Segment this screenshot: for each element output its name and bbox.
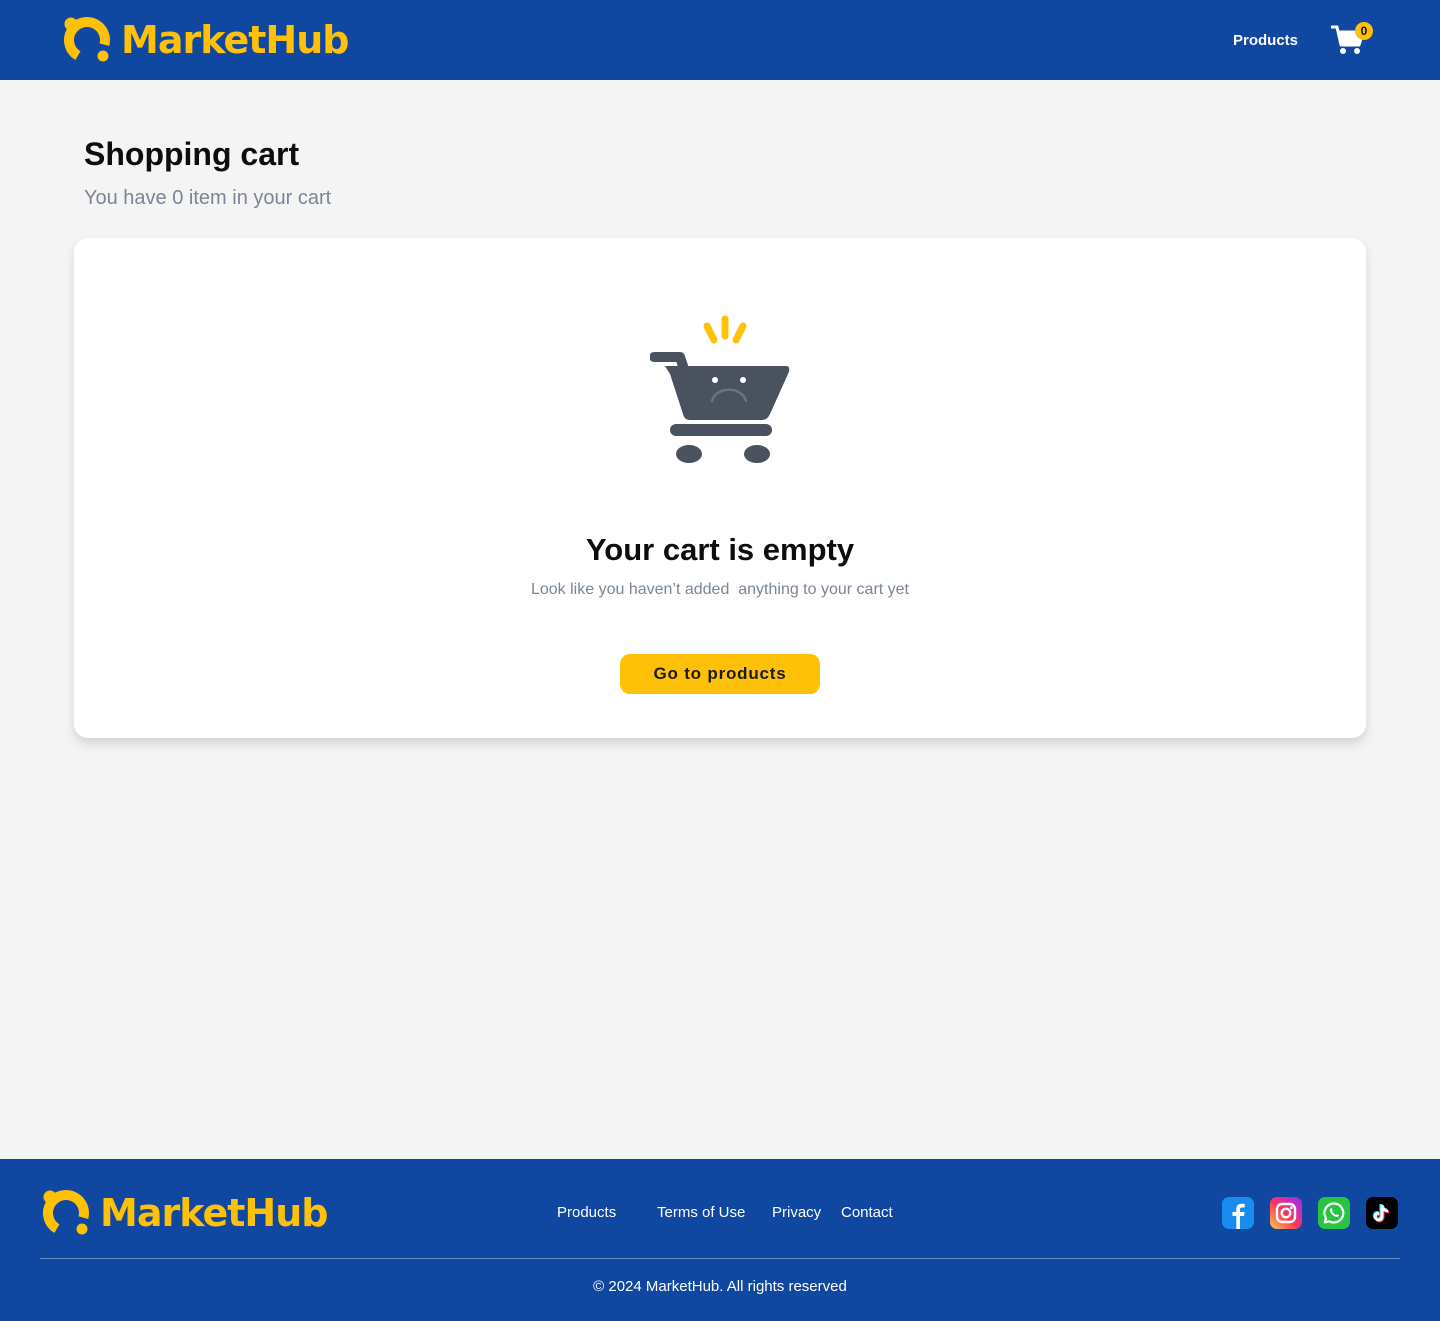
site-footer: MarketHub Products Terms of Use Privacy … xyxy=(0,1159,1440,1321)
footer-link-products[interactable]: Products xyxy=(557,1204,616,1221)
site-header: MarketHub Products 0 xyxy=(0,0,1440,80)
footer-link-contact[interactable]: Contact xyxy=(841,1204,893,1221)
footer-link-privacy[interactable]: Privacy xyxy=(772,1204,821,1221)
instagram-icon[interactable] xyxy=(1270,1197,1302,1229)
cart-button[interactable]: 0 xyxy=(1331,22,1373,58)
whatsapp-icon[interactable] xyxy=(1318,1197,1350,1229)
go-to-products-button[interactable]: Go to products xyxy=(620,654,820,694)
brand-name: MarketHub xyxy=(121,18,349,62)
footer-link-terms[interactable]: Terms of Use xyxy=(657,1204,745,1221)
cart-item-count-text: You have 0 item in your cart xyxy=(84,187,332,209)
tiktok-icon[interactable] xyxy=(1366,1197,1398,1229)
copyright-text: © 2024 MarketHub. All rights reserved xyxy=(593,1278,847,1295)
empty-cart-title: Your cart is empty xyxy=(585,532,855,567)
logo-mark-icon xyxy=(64,17,110,63)
empty-cart-description: Look like you haven’t added anything to … xyxy=(530,581,909,598)
brand-logo[interactable]: MarketHub xyxy=(61,14,349,66)
cart-count-badge: 0 xyxy=(1355,22,1373,40)
social-links xyxy=(1222,1197,1398,1229)
page-title: Shopping cart xyxy=(84,136,300,172)
sad-cart-icon xyxy=(650,315,790,463)
nav-products-link[interactable]: Products xyxy=(1233,32,1298,49)
footer-divider xyxy=(40,1258,1400,1259)
facebook-icon[interactable] xyxy=(1222,1197,1254,1229)
empty-cart-card: Your cart is empty Look like you haven’t… xyxy=(74,238,1366,738)
